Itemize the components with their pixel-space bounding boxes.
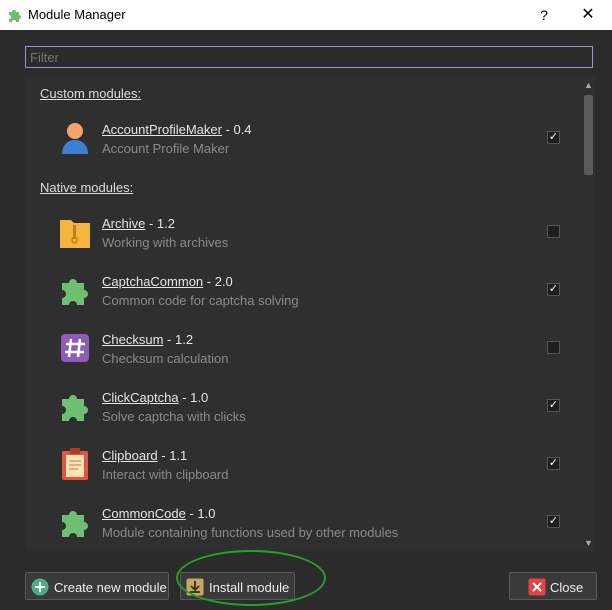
- module-enabled-checkbox[interactable]: ✓: [547, 515, 560, 528]
- module-enabled-checkbox[interactable]: [547, 341, 560, 354]
- module-item-archive[interactable]: Archive - 1.2 Working with archives: [25, 205, 575, 259]
- archive-zip-icon: [60, 220, 90, 248]
- module-description: Checksum calculation: [102, 351, 229, 366]
- check-icon: ✓: [548, 283, 559, 295]
- module-description: Solve captcha with clicks: [102, 409, 246, 424]
- window-title: Module Manager: [28, 7, 126, 22]
- check-icon: ✓: [548, 131, 559, 143]
- check-icon: ✓: [548, 457, 559, 469]
- module-enabled-checkbox[interactable]: ✓: [547, 457, 560, 470]
- create-module-label: Create new module: [54, 580, 167, 595]
- download-icon: [186, 578, 204, 596]
- puzzle-icon: [62, 279, 88, 305]
- module-version: 2.0: [214, 274, 233, 289]
- module-version: 0.4: [233, 122, 252, 137]
- module-name-link[interactable]: Clipboard: [102, 448, 158, 463]
- scroll-down-arrow-icon[interactable]: ▼: [582, 537, 595, 549]
- module-item-clipboard[interactable]: Clipboard - 1.1 Interact with clipboard …: [25, 437, 575, 491]
- scroll-thumb[interactable]: [584, 95, 593, 175]
- clipboard-icon: [62, 448, 88, 480]
- close-icon: [528, 578, 546, 596]
- window-close-button[interactable]: ✕: [574, 4, 602, 26]
- scroll-up-arrow-icon[interactable]: ▲: [582, 79, 595, 91]
- install-module-label: Install module: [209, 580, 290, 595]
- create-module-button[interactable]: Create new module: [25, 572, 169, 600]
- module-description: Working with archives: [102, 235, 229, 250]
- close-button[interactable]: Close: [509, 572, 597, 600]
- module-enabled-checkbox[interactable]: ✓: [547, 283, 560, 296]
- module-name-link[interactable]: CommonCode: [102, 506, 186, 521]
- module-description: Common code for captcha solving: [102, 293, 299, 308]
- module-enabled-checkbox[interactable]: ✓: [547, 131, 560, 144]
- filter-input[interactable]: [25, 46, 593, 68]
- module-version: 1.0: [190, 390, 209, 405]
- custom-modules-header: Custom modules:: [40, 86, 142, 101]
- puzzle-icon: [9, 10, 21, 22]
- help-button[interactable]: ?: [530, 4, 558, 26]
- install-module-button[interactable]: Install module: [180, 572, 295, 600]
- module-item-checksum[interactable]: Checksum - 1.2 Checksum calculation: [25, 321, 575, 375]
- user-profile-icon: [62, 123, 88, 154]
- module-version: 1.0: [197, 506, 216, 521]
- module-item-commoncode[interactable]: CommonCode - 1.0 Module containing funct…: [25, 495, 575, 549]
- close-label: Close: [550, 580, 584, 595]
- module-name-link[interactable]: CaptchaCommon: [102, 274, 203, 289]
- list-scrollbar[interactable]: ▲ ▼: [582, 77, 595, 551]
- module-description: Interact with clipboard: [102, 467, 229, 482]
- title-bar: Module Manager ? ✕: [0, 0, 612, 30]
- check-icon: ✓: [548, 399, 559, 411]
- module-enabled-checkbox[interactable]: [547, 225, 560, 238]
- module-version: 1.2: [174, 332, 194, 347]
- module-name-link[interactable]: Archive: [102, 216, 145, 231]
- hash-icon: [61, 334, 89, 362]
- puzzle-icon: [62, 395, 88, 421]
- puzzle-icon: [62, 511, 88, 537]
- module-item-captchacommon[interactable]: CaptchaCommon - 2.0 Common code for capt…: [25, 263, 575, 317]
- module-description: Account Profile Maker: [102, 141, 230, 156]
- module-name-link[interactable]: ClickCaptcha: [102, 390, 179, 405]
- module-description: Module containing functions used by othe…: [102, 525, 399, 540]
- plus-circle-icon: [31, 578, 49, 596]
- module-version: 1.1: [169, 448, 188, 463]
- native-modules-header: Native modules:: [40, 180, 134, 195]
- module-name-link[interactable]: Checksum: [102, 332, 163, 347]
- module-item-accountprofilemaker[interactable]: AccountProfileMaker - 0.4 Account Profil…: [25, 111, 575, 165]
- module-list[interactable]: Custom modules: AccountProfileMaker - 0.…: [25, 77, 595, 551]
- check-icon: ✓: [548, 515, 559, 527]
- module-enabled-checkbox[interactable]: ✓: [547, 399, 560, 412]
- module-name-link[interactable]: AccountProfileMaker: [102, 122, 222, 137]
- module-version: 1.2: [156, 216, 175, 231]
- module-item-clickcaptcha[interactable]: ClickCaptcha - 1.0 Solve captcha with cl…: [25, 379, 575, 433]
